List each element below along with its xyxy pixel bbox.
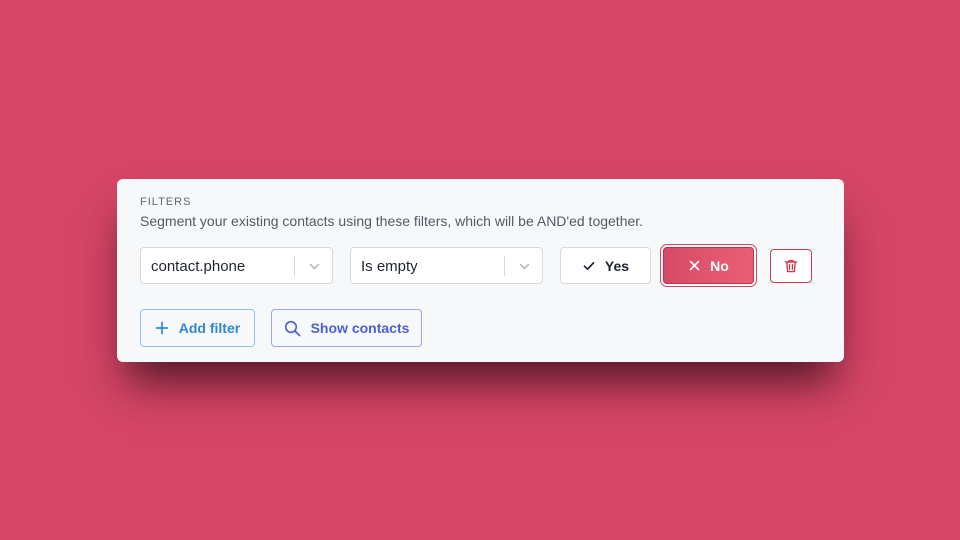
x-icon xyxy=(688,259,701,272)
trash-icon xyxy=(783,258,799,274)
filters-description: Segment your existing contacts using the… xyxy=(140,213,644,229)
delete-filter-button[interactable] xyxy=(770,249,812,283)
filters-panel: FILTERS Segment your existing contacts u… xyxy=(117,179,844,362)
show-contacts-button[interactable]: Show contacts xyxy=(271,309,422,347)
chevron-down-icon[interactable] xyxy=(518,260,531,273)
field-select-value: contact.phone xyxy=(151,258,246,275)
plus-icon xyxy=(155,321,169,335)
no-button-label: No xyxy=(710,257,729,274)
yes-button[interactable]: Yes xyxy=(560,247,651,284)
check-icon xyxy=(582,259,596,273)
app-background: FILTERS Segment your existing contacts u… xyxy=(0,0,960,540)
show-contacts-label: Show contacts xyxy=(310,320,410,336)
select-divider xyxy=(504,256,505,276)
field-select[interactable]: contact.phone xyxy=(140,247,333,284)
filters-heading: FILTERS xyxy=(140,196,192,208)
operator-select[interactable]: Is empty xyxy=(350,247,543,284)
select-divider xyxy=(294,256,295,276)
yes-button-label: Yes xyxy=(604,257,630,274)
operator-select-value: Is empty xyxy=(361,258,418,275)
add-filter-button[interactable]: Add filter xyxy=(140,309,255,347)
no-button[interactable]: No xyxy=(663,247,754,284)
search-icon xyxy=(284,320,301,337)
chevron-down-icon[interactable] xyxy=(308,260,321,273)
add-filter-label: Add filter xyxy=(178,320,241,336)
